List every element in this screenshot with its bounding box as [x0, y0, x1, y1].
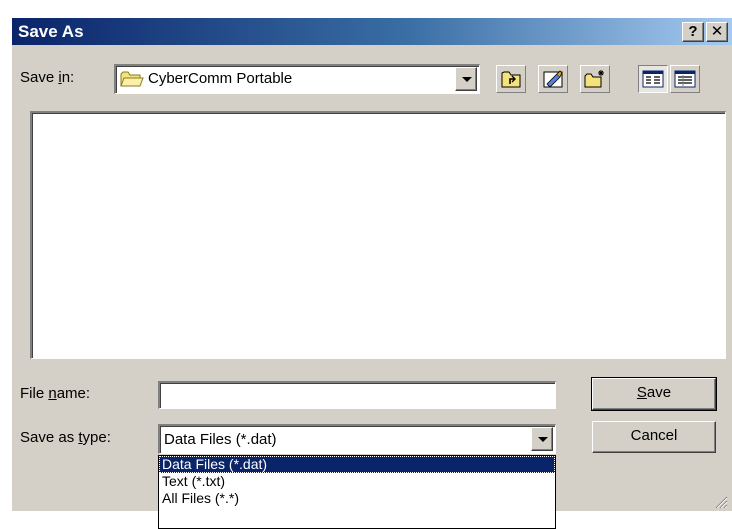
save-as-dialog: Save As ? ✕ Save in: CyberComm Portable: [10, 16, 732, 529]
save-button[interactable]: Save: [591, 377, 717, 411]
list-view-icon: [642, 70, 664, 88]
file-name-label: File name:: [20, 385, 91, 402]
save-as-type-value: Data Files (*.dat): [164, 431, 277, 448]
close-button[interactable]: ✕: [706, 22, 728, 42]
file-name-input[interactable]: [158, 381, 556, 409]
up-one-level-button[interactable]: [496, 65, 526, 93]
window-title: Save As: [18, 22, 84, 41]
save-in-value: CyberComm Portable: [148, 70, 293, 87]
new-folder-button[interactable]: [580, 65, 610, 93]
save-in-label: Save in:: [20, 69, 75, 86]
cancel-button[interactable]: Cancel: [592, 421, 716, 453]
file-list[interactable]: [30, 111, 726, 359]
list-view-button[interactable]: [638, 65, 668, 93]
folder-icon: [120, 71, 144, 87]
help-button[interactable]: ?: [682, 22, 704, 42]
resize-grip-icon[interactable]: [714, 495, 728, 509]
dropdown-option[interactable]: Data Files (*.dat): [159, 456, 555, 473]
desktop-button[interactable]: [538, 65, 568, 93]
dropdown-option[interactable]: Text (*.txt): [159, 473, 555, 490]
title-bar[interactable]: Save As ? ✕: [12, 18, 732, 45]
details-view-icon: [674, 70, 696, 88]
save-as-type-combobox[interactable]: Data Files (*.dat): [158, 424, 556, 454]
chevron-down-icon[interactable]: [455, 67, 477, 91]
desktop-icon: [543, 70, 563, 88]
save-as-type-dropdown[interactable]: Data Files (*.dat) Text (*.txt) All File…: [158, 455, 556, 529]
up-one-level-icon: [501, 71, 521, 88]
new-folder-icon: [584, 70, 604, 88]
save-in-combobox[interactable]: CyberComm Portable: [114, 64, 480, 94]
details-view-button[interactable]: [670, 65, 700, 93]
save-as-type-label: Save as type:: [20, 429, 111, 446]
chevron-down-icon[interactable]: [531, 427, 553, 451]
dropdown-option[interactable]: All Files (*.*): [159, 490, 555, 507]
